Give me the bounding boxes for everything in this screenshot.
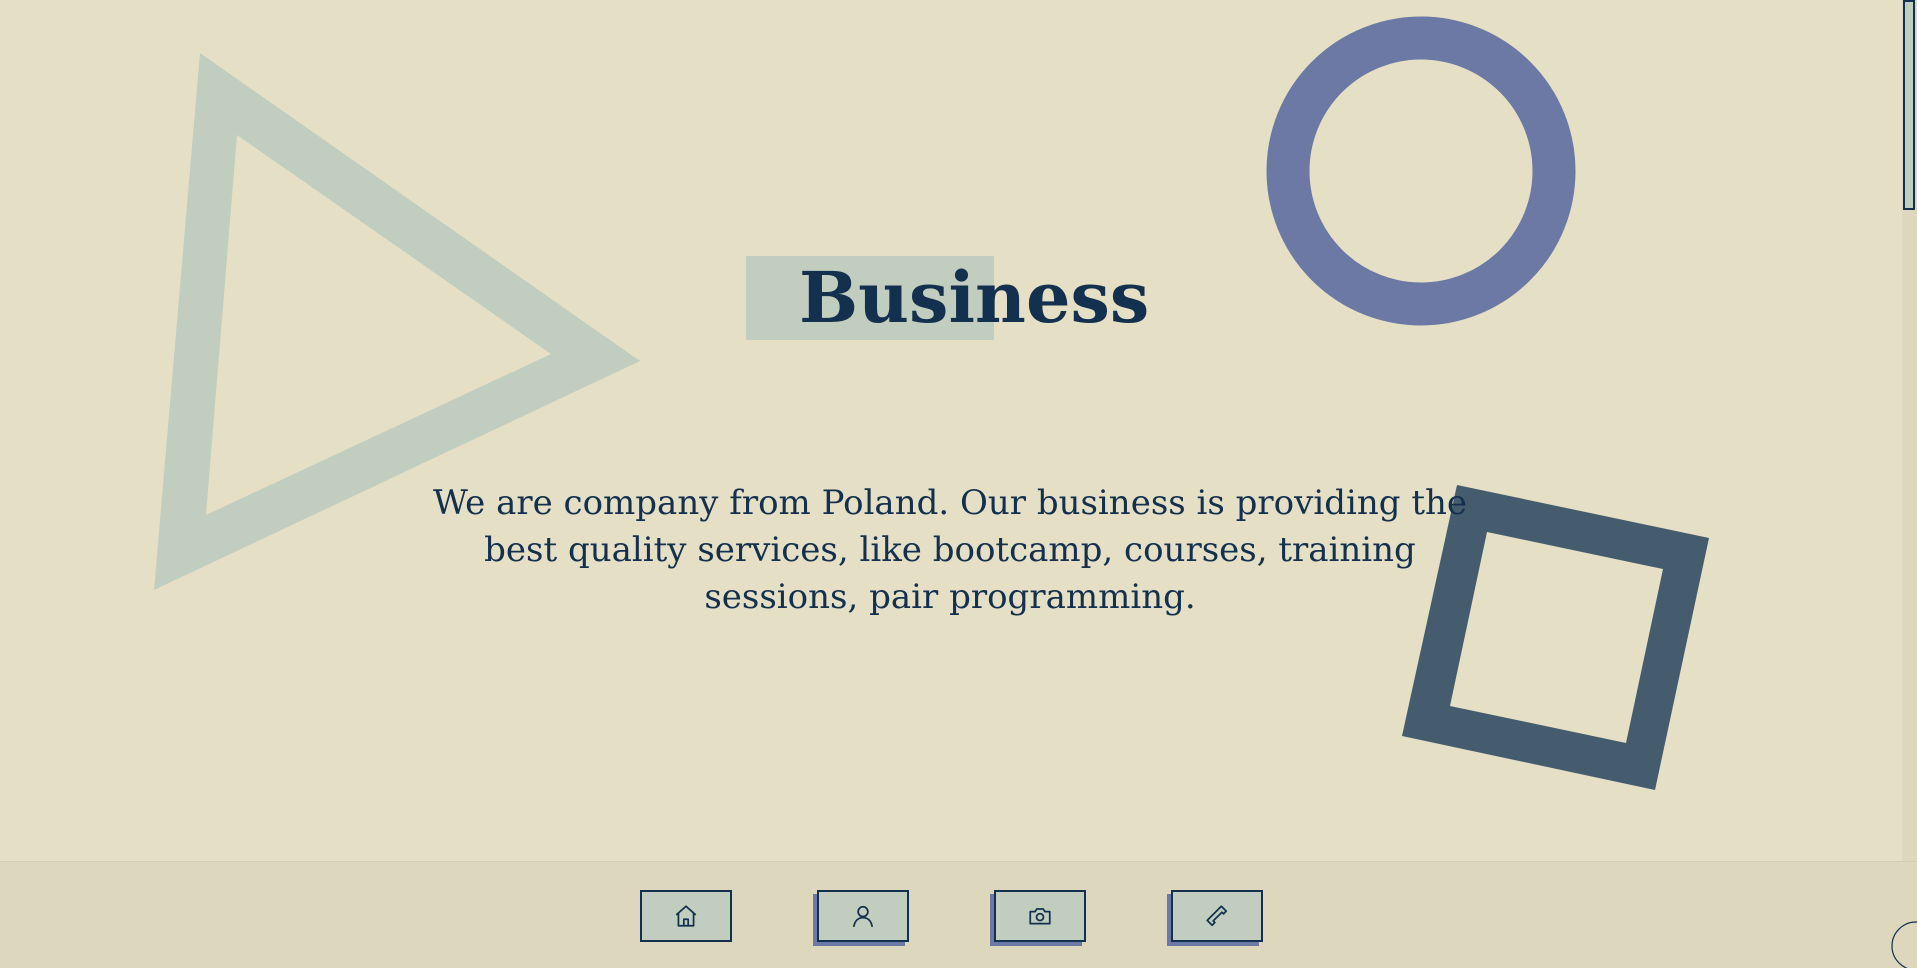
camera-icon (1029, 908, 1051, 925)
gallery-button[interactable] (994, 890, 1086, 942)
scrollbar-thumb[interactable] (1903, 0, 1915, 210)
home-icon (675, 905, 697, 927)
bottom-nav (0, 861, 1917, 968)
hero-section: Business We are company from Poland. Our… (0, 0, 1902, 861)
user-icon (852, 905, 874, 928)
phone-icon (1206, 905, 1228, 927)
profile-button[interactable] (817, 890, 909, 942)
corner-arc-decoration (1891, 921, 1917, 968)
page: Business We are company from Poland. Our… (0, 0, 1917, 968)
page-title-text: Business (799, 256, 1150, 339)
contact-button[interactable] (1171, 890, 1263, 942)
company-description: We are company from Poland. Our business… (432, 483, 1468, 617)
ring-outline-shape (1266, 16, 1576, 326)
home-button[interactable] (640, 890, 732, 942)
